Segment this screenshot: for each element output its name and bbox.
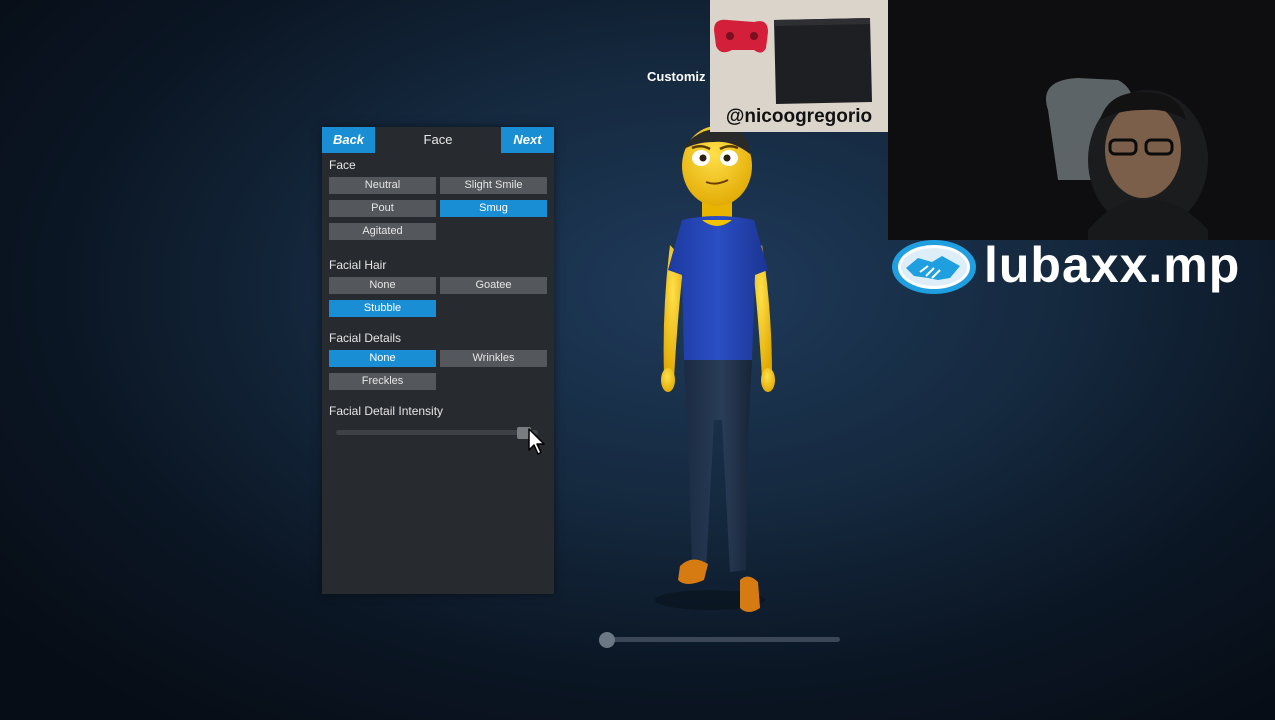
facial-details-option-freckles[interactable]: Freckles <box>329 373 436 390</box>
facial-hair-option-stubble[interactable]: Stubble <box>329 300 436 317</box>
back-button[interactable]: Back <box>322 127 375 153</box>
panel-title: Face <box>423 132 453 147</box>
sponsor-banner: lubaxx.mp <box>890 236 1275 298</box>
facial-details-option-none[interactable]: None <box>329 350 436 367</box>
customization-panel: Back Face Next Face Neutral Slight Smile… <box>322 127 554 594</box>
character-model[interactable] <box>640 120 800 620</box>
face-section-label: Face <box>329 158 356 172</box>
customize-title: Customiz <box>647 69 706 84</box>
panel-header: Back Face Next <box>322 127 554 153</box>
streamer-overlay-ps4: @nicoogregorio <box>710 0 888 132</box>
facial-detail-intensity-slider[interactable] <box>336 430 538 435</box>
next-button[interactable]: Next <box>501 127 554 153</box>
facial-details-option-wrinkles[interactable]: Wrinkles <box>440 350 547 367</box>
sponsor-text: lubaxx.mp <box>984 237 1241 293</box>
facial-details-section-label: Facial Details <box>329 331 402 345</box>
handshake-logo-icon <box>892 240 976 294</box>
streamer-webcam-image <box>888 0 1275 240</box>
facial-hair-section-label: Facial Hair <box>329 258 387 272</box>
face-option-neutral[interactable]: Neutral <box>329 177 436 194</box>
facial-hair-option-goatee[interactable]: Goatee <box>440 277 547 294</box>
face-option-smug[interactable]: Smug <box>440 200 547 217</box>
mouse-cursor-icon <box>528 428 545 455</box>
rotation-slider-handle[interactable] <box>599 632 615 648</box>
facial-detail-intensity-label: Facial Detail Intensity <box>329 404 444 418</box>
rotation-slider[interactable] <box>600 637 840 642</box>
webcam-feed <box>888 0 1275 240</box>
streamer-handle: @nicoogregorio <box>725 106 873 127</box>
face-option-agitated[interactable]: Agitated <box>329 223 436 240</box>
facial-hair-option-none[interactable]: None <box>329 277 436 294</box>
face-option-pout[interactable]: Pout <box>329 200 436 217</box>
face-option-slight-smile[interactable]: Slight Smile <box>440 177 547 194</box>
